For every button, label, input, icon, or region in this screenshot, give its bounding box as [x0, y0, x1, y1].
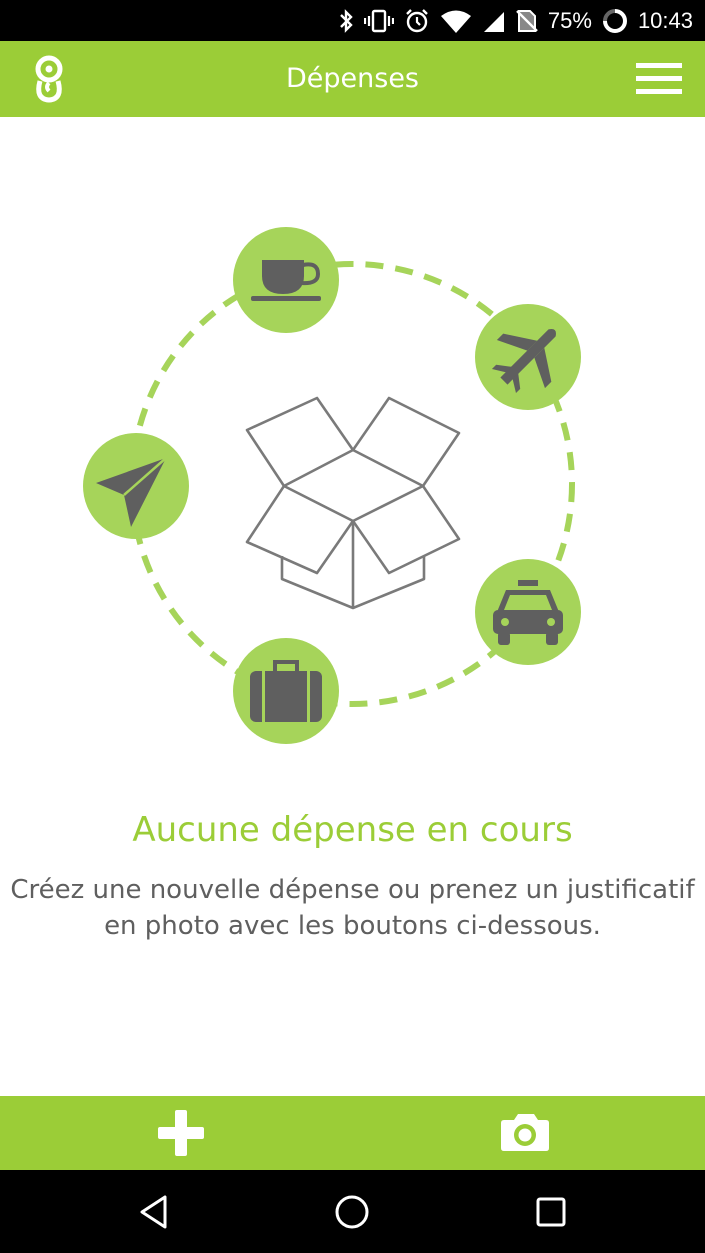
- add-expense-button[interactable]: [140, 1096, 222, 1170]
- take-photo-button[interactable]: [484, 1096, 566, 1170]
- page-title: Dépenses: [285, 63, 419, 94]
- status-icons: 75% 10:43: [338, 0, 693, 41]
- empty-state-message: Créez une nouvelle dépense ou prenez un …: [10, 872, 695, 944]
- empty-state-message-line2: en photo avec les boutons ci-dessous.: [104, 911, 601, 941]
- no-sim-icon: [516, 8, 538, 34]
- empty-state-title: Aucune dépense en cours: [132, 810, 573, 850]
- bluetooth-icon: [338, 8, 354, 34]
- empty-state-message-line1: Créez une nouvelle dépense ou prenez un …: [10, 875, 695, 905]
- wifi-icon: [440, 8, 472, 34]
- open-box-icon: [245, 396, 461, 610]
- vibrate-icon: [363, 8, 394, 34]
- battery-icon: [602, 8, 628, 34]
- system-nav-bar: [0, 1170, 705, 1253]
- recents-icon[interactable]: [527, 1188, 575, 1236]
- clock-time: 10:43: [637, 7, 693, 33]
- battery-percent: 75%: [547, 7, 592, 33]
- camera-icon: [501, 1114, 549, 1151]
- back-icon[interactable]: [130, 1188, 178, 1236]
- empty-state-illustration: [0, 117, 705, 797]
- alarm-icon: [404, 8, 430, 34]
- airplane-icon: [475, 304, 581, 410]
- paper-plane-icon: [83, 433, 189, 539]
- cellular-signal-icon: [482, 8, 506, 34]
- hamburger-menu-icon[interactable]: [633, 57, 687, 101]
- app-logo-icon[interactable]: [26, 53, 72, 105]
- app-bar: Dépenses: [0, 41, 705, 117]
- plus-icon: [158, 1110, 204, 1156]
- action-bar: [0, 1096, 705, 1170]
- taxi-icon: [475, 559, 581, 665]
- coffee-cup-icon: [233, 227, 339, 333]
- home-icon[interactable]: [328, 1188, 376, 1236]
- status-bar: 75% 10:43: [0, 0, 705, 41]
- suitcase-icon: [233, 638, 339, 744]
